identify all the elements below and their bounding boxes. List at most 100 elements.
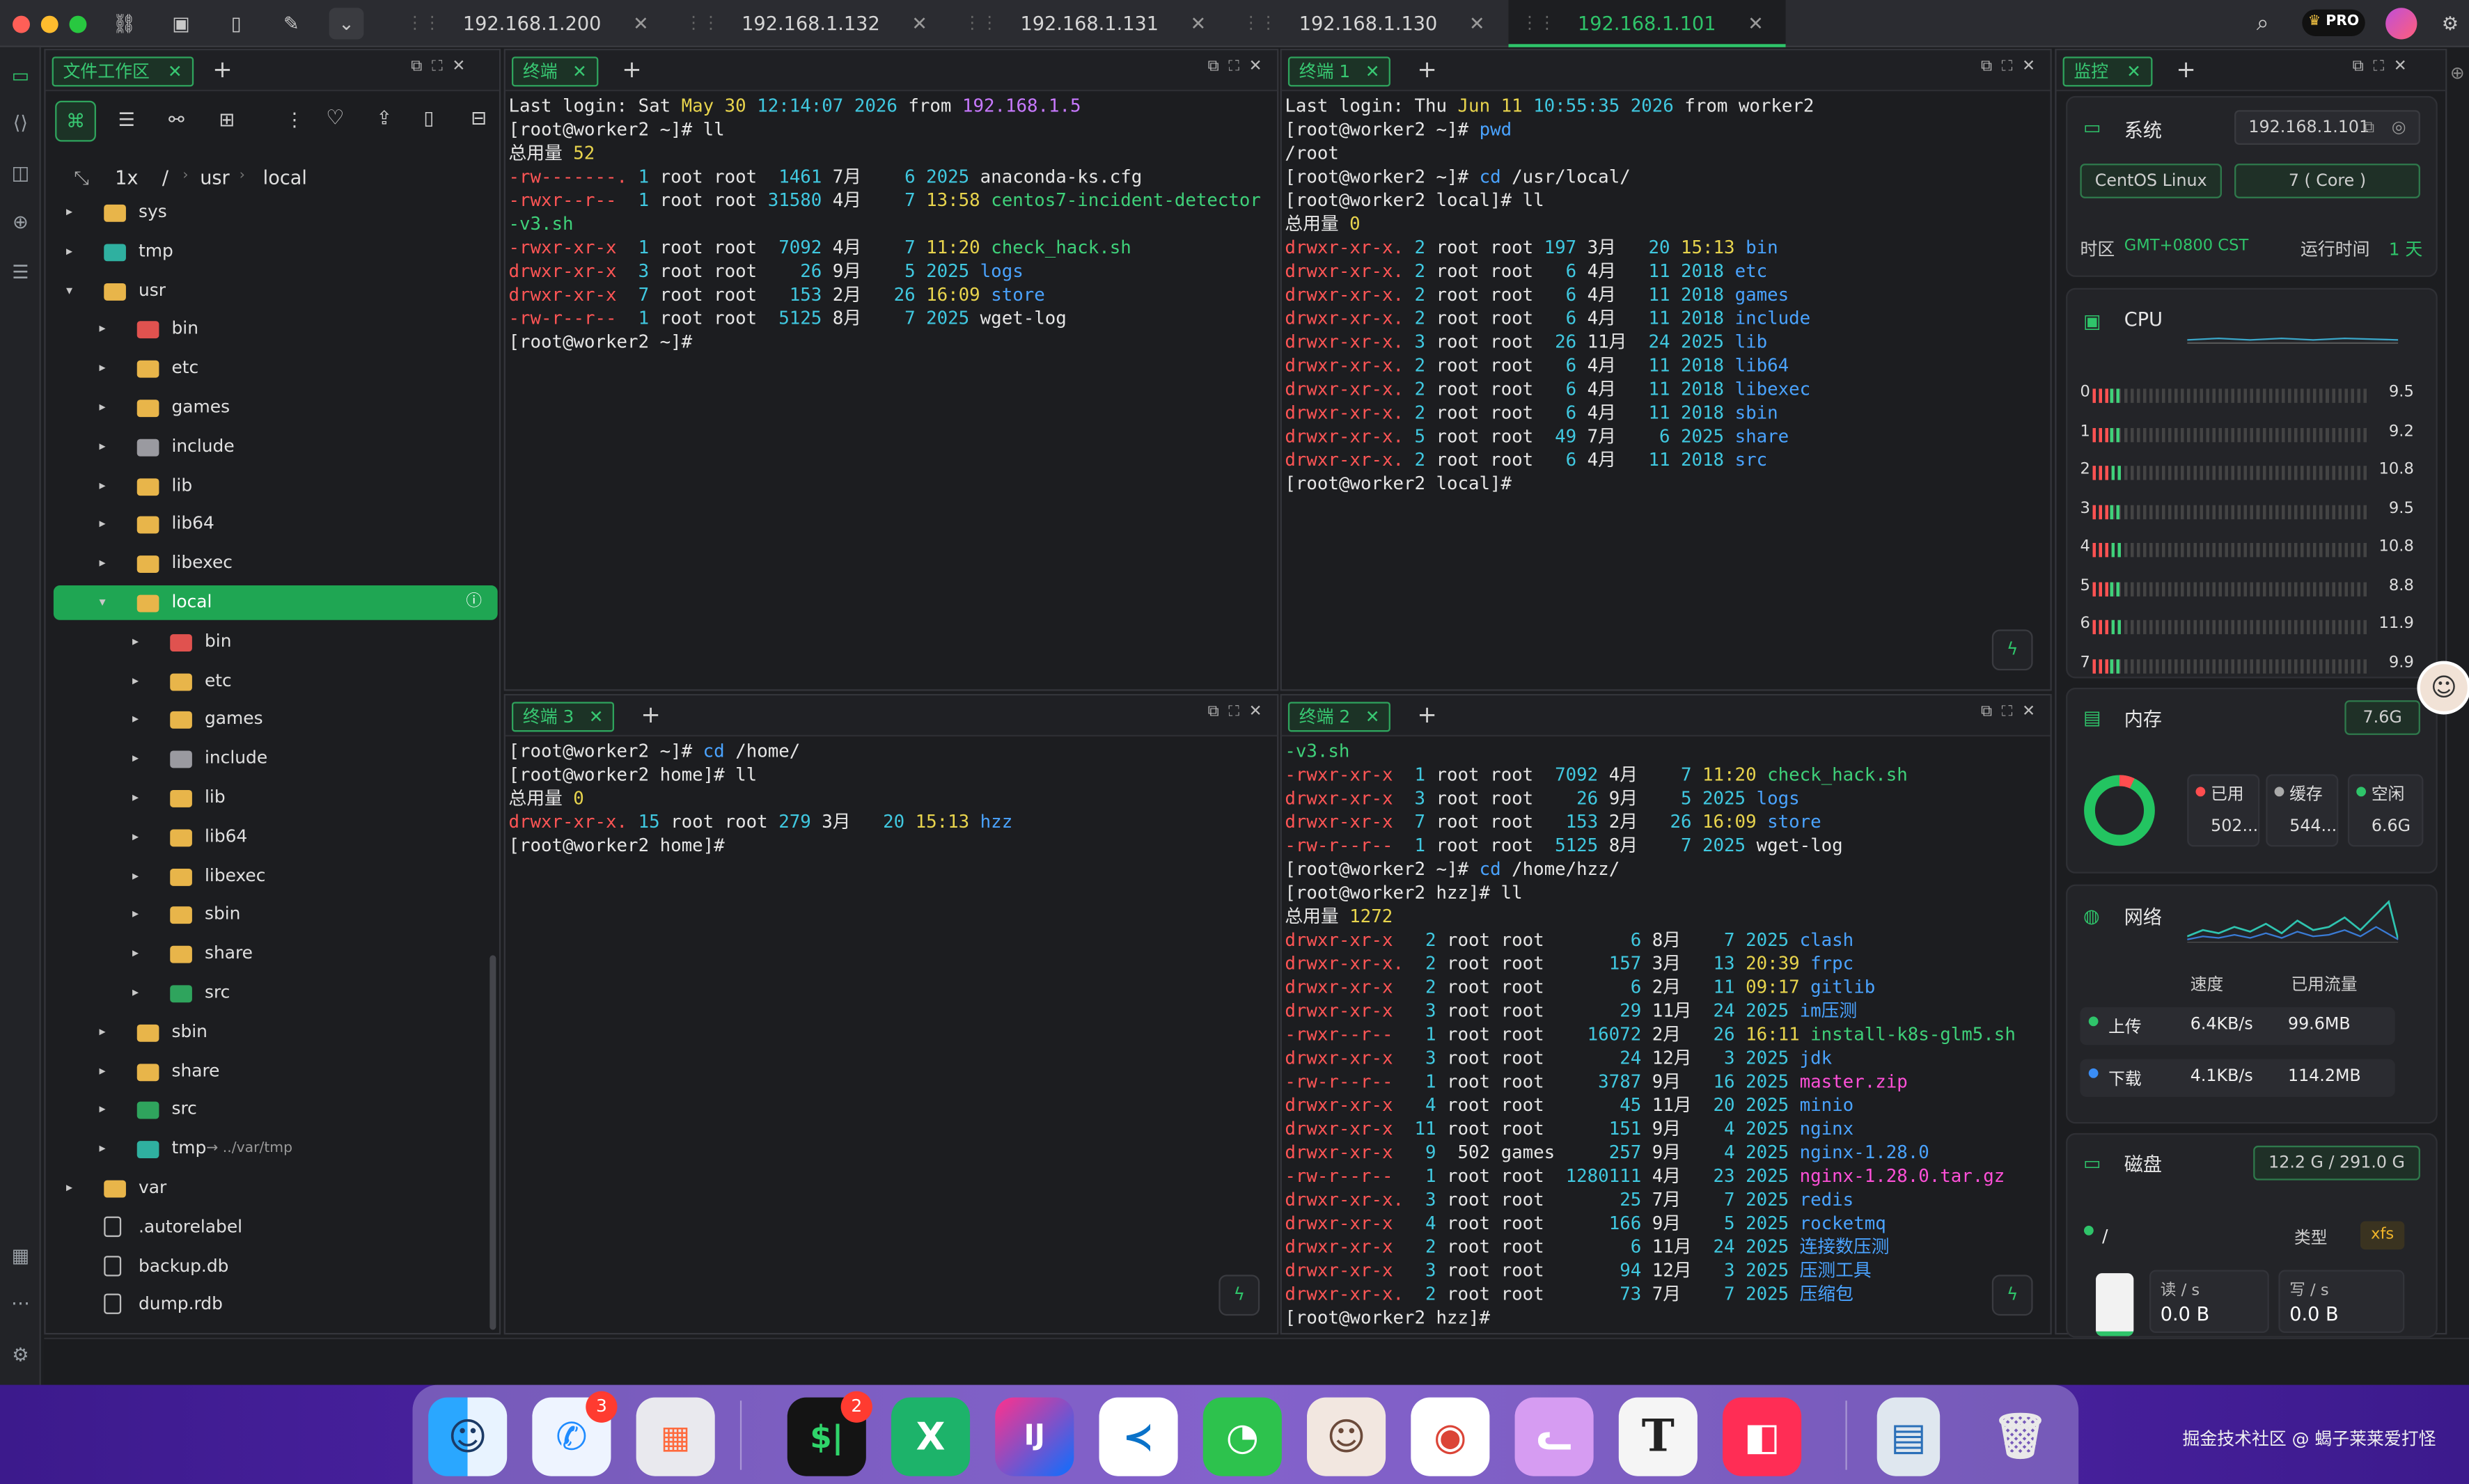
panel-controls[interactable]: ⧉⛶✕ xyxy=(1981,704,2045,721)
bookmark-icon[interactable]: ▯ xyxy=(219,8,253,39)
finder-icon[interactable]: ☺ xyxy=(428,1397,508,1476)
add-tab-icon[interactable]: + xyxy=(622,55,641,84)
terminal-app-icon[interactable]: $| 2 xyxy=(787,1391,872,1476)
session-tab[interactable]: ⋮⋮ 192.168.1.101 ✕ xyxy=(1508,0,1786,47)
chevron-right-icon[interactable]: ▸ xyxy=(132,702,139,737)
minimize-window-button[interactable] xyxy=(40,15,58,33)
user-avatar[interactable] xyxy=(2385,8,2417,40)
terminal-tab[interactable]: 终端 1 ✕ xyxy=(1287,56,1391,87)
right-rail-icon[interactable]: ⊕ xyxy=(2450,63,2465,83)
close-icon[interactable]: ✕ xyxy=(1365,61,1380,81)
link-icon[interactable]: ⛓ xyxy=(107,8,142,39)
target-icon[interactable]: ⊕ xyxy=(8,210,33,235)
panel-controls[interactable]: ⧉⛶✕ xyxy=(1981,58,2045,76)
chevron-right-icon[interactable]: ▸ xyxy=(132,819,139,854)
add-tab-icon[interactable]: + xyxy=(212,55,232,84)
tree-item[interactable]: ▸ etc xyxy=(54,663,498,698)
session-tab[interactable]: ⋮⋮ 192.168.1.132 ✕ xyxy=(673,0,950,47)
preview-icon[interactable]: ▤ xyxy=(1876,1397,1941,1476)
chevron-right-icon[interactable]: ▸ xyxy=(132,976,139,1011)
chevron-right-icon[interactable]: ▸ xyxy=(99,507,105,542)
search-icon[interactable]: ⌕ xyxy=(2245,8,2280,39)
close-icon[interactable]: ✕ xyxy=(1748,0,1764,47)
tree-item[interactable]: ▸ src xyxy=(54,976,498,1011)
grid-view-icon[interactable]: ⊞ xyxy=(219,109,235,131)
link-view-icon[interactable]: ⚯ xyxy=(168,109,185,131)
tree-item[interactable]: ▸ var xyxy=(54,1171,498,1206)
chevron-right-icon[interactable]: ▸ xyxy=(99,468,105,503)
chevron-right-icon[interactable]: ▸ xyxy=(99,429,105,464)
add-tab-icon[interactable]: + xyxy=(641,700,660,729)
vscode-icon[interactable]: ≺ xyxy=(1099,1397,1178,1476)
chevron-right-icon[interactable]: ▸ xyxy=(66,1171,72,1206)
terminal-output[interactable]: -v3.sh -rwxr-xr-x 1 root root 7092 4月 7 1… xyxy=(1285,740,2015,1330)
chevron-down-icon[interactable]: ▾ xyxy=(99,585,105,620)
chevron-right-icon[interactable]: ▸ xyxy=(99,546,105,581)
tree-item[interactable]: ▾ local ⓘ xyxy=(53,585,498,620)
session-tab[interactable]: ⋮⋮ 192.168.1.130 ✕ xyxy=(1230,0,1507,47)
tree-item[interactable]: ▸ lib xyxy=(54,468,498,503)
archive-icon[interactable]: ⊟ xyxy=(471,107,487,129)
drag-handle-icon[interactable]: ⋮⋮ xyxy=(1242,0,1277,47)
tree-item[interactable]: ▸ games xyxy=(54,390,498,425)
tree-item[interactable]: ▸ tmp → ../var/tmp xyxy=(54,1132,498,1167)
history-icon[interactable]: ◫ xyxy=(8,161,33,186)
chevron-right-icon[interactable]: ▸ xyxy=(99,1015,105,1050)
tree-item[interactable]: .autorelabel xyxy=(54,1210,498,1245)
close-icon[interactable]: ✕ xyxy=(572,61,587,81)
breadcrumb-usr[interactable]: usr xyxy=(200,167,230,189)
typora-icon[interactable]: T xyxy=(1618,1397,1698,1476)
heart-icon[interactable]: ♡ xyxy=(326,107,344,131)
close-icon[interactable]: ✕ xyxy=(589,707,604,727)
tree-item[interactable]: ▸ lib64 xyxy=(54,507,498,542)
drag-handle-icon[interactable]: ⋮⋮ xyxy=(685,0,720,47)
upload-icon[interactable]: ⇪ xyxy=(376,107,392,129)
close-icon[interactable]: ✕ xyxy=(2126,61,2141,81)
avatar-app-icon[interactable]: ☺ xyxy=(1307,1397,1386,1476)
tree-item[interactable]: ▸ bin xyxy=(54,624,498,659)
file-workspace-tab[interactable]: 文件工作区 ✕ xyxy=(52,56,194,87)
pro-badge[interactable]: ♛ PRO xyxy=(2302,9,2365,37)
chevron-right-icon[interactable]: ▸ xyxy=(99,390,105,425)
tree-item[interactable]: ▸ libexec xyxy=(54,859,498,894)
host-select[interactable]: 192.168.1.101 ⧉ ◎ xyxy=(2234,110,2420,145)
list-icon[interactable]: ☰ xyxy=(8,260,33,285)
chevron-right-icon[interactable]: ▸ xyxy=(99,1093,105,1128)
add-tab-icon[interactable]: + xyxy=(1417,55,1436,84)
copy-icon[interactable]: ⧉ xyxy=(2362,112,2374,143)
tree-item[interactable]: ▸ sbin xyxy=(54,1015,498,1050)
tree-item[interactable]: ▾ usr xyxy=(54,273,498,308)
terminal-tab[interactable]: 终端 ✕ xyxy=(511,56,598,87)
settings-icon[interactable]: ⚙ xyxy=(8,1343,33,1368)
drag-handle-icon[interactable]: ⋮⋮ xyxy=(1521,0,1556,47)
folder-icon[interactable]: ▭ xyxy=(8,63,33,88)
list-view-icon[interactable]: ☰ xyxy=(118,109,135,131)
chevron-right-icon[interactable]: ▸ xyxy=(132,624,139,659)
close-icon[interactable]: ✕ xyxy=(1469,0,1485,47)
tree-item[interactable]: ▸ libexec xyxy=(54,546,498,581)
close-icon[interactable]: ✕ xyxy=(911,0,927,47)
lightning-icon[interactable]: ϟ xyxy=(1218,1274,1260,1316)
wrench-icon[interactable]: ✎ xyxy=(274,8,309,39)
tree-item[interactable]: ▸ include xyxy=(54,741,498,776)
tree-item[interactable]: ▸ lib64 xyxy=(54,819,498,854)
tree-item[interactable]: ▸ share xyxy=(54,937,498,972)
grid-icon[interactable]: ▦ xyxy=(8,1243,33,1268)
code-icon[interactable]: ⟨⟩ xyxy=(8,110,33,135)
tree-item[interactable]: ▸ etc xyxy=(54,352,498,386)
terminal-tab[interactable]: 终端 3 ✕ xyxy=(511,702,615,732)
terminal-output[interactable]: Last login: Sat May 30 12:14:07 2026 fro… xyxy=(508,95,1260,354)
more-icon[interactable]: ⋯ xyxy=(8,1290,33,1316)
chevron-right-icon[interactable]: ▸ xyxy=(132,780,139,815)
close-icon[interactable]: ✕ xyxy=(1191,0,1207,47)
more-icon[interactable]: ⋮ xyxy=(285,109,304,131)
maximize-window-button[interactable] xyxy=(69,15,87,33)
tree-item[interactable]: ▸ bin xyxy=(54,313,498,347)
breadcrumb-root[interactable]: / xyxy=(162,167,168,189)
trash-icon[interactable]: 🗑 xyxy=(1981,1398,2060,1476)
lightning-icon[interactable]: ϟ xyxy=(1991,629,2033,671)
chrome-icon[interactable]: ◉ xyxy=(1411,1397,1490,1476)
add-tab-icon[interactable]: + xyxy=(1417,700,1436,729)
tree-item[interactable]: ▸ sys xyxy=(54,195,498,230)
terminal-output[interactable]: [root@worker2 ~]# cd /home/[root@worker2… xyxy=(508,740,1012,858)
